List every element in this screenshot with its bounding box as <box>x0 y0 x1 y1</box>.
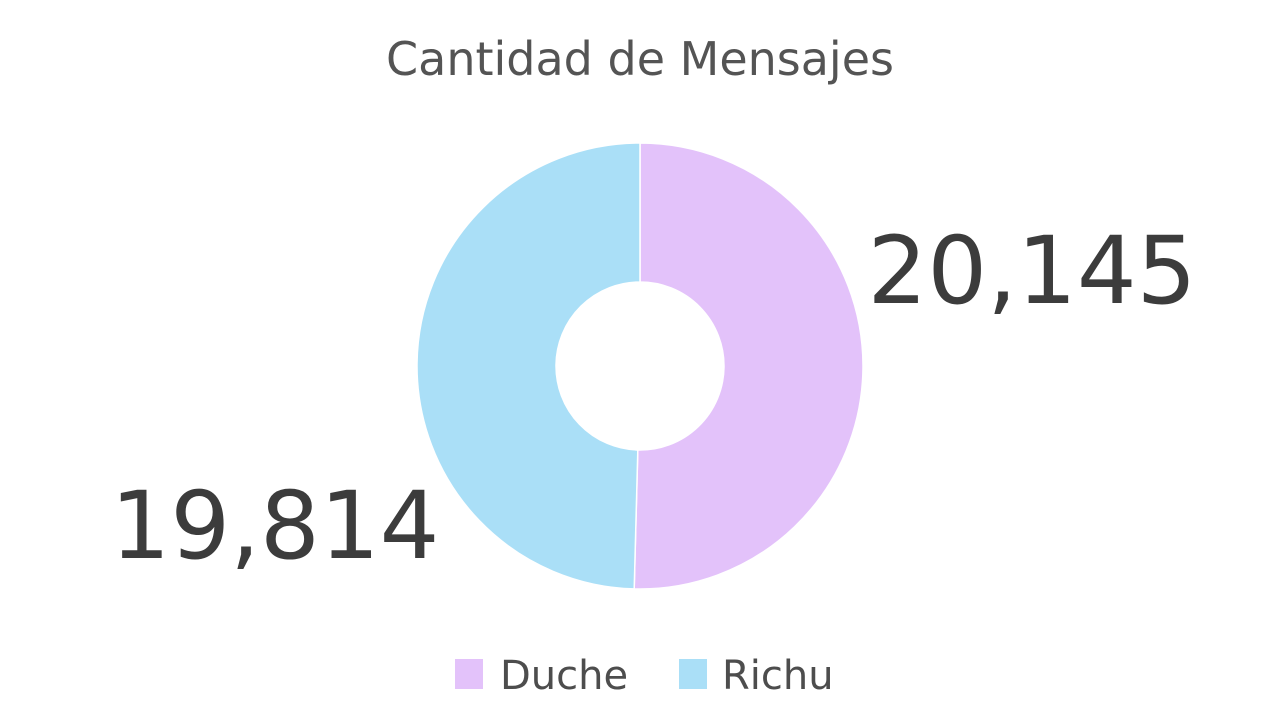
value-label-duche: 20,145 <box>868 217 1197 326</box>
legend-swatch-duche <box>455 659 483 689</box>
legend-label-duche: Duche <box>500 653 628 699</box>
slice-richu <box>416 142 641 590</box>
legend-label-richu: Richu <box>722 653 834 699</box>
slices-group <box>416 142 864 590</box>
slice-duche <box>633 142 864 590</box>
legend-swatch-richu <box>679 659 707 689</box>
legend: Duche Richu <box>455 653 834 699</box>
donut-chart: Cantidad de Mensajes 20,145 19,814 Duche R… <box>111 32 1197 699</box>
chart-root: Cantidad de Mensajes 20,145 19,814 Duche R… <box>0 0 1280 720</box>
chart-title: Cantidad de Mensajes <box>386 32 894 86</box>
value-label-richu: 19,814 <box>111 472 440 581</box>
